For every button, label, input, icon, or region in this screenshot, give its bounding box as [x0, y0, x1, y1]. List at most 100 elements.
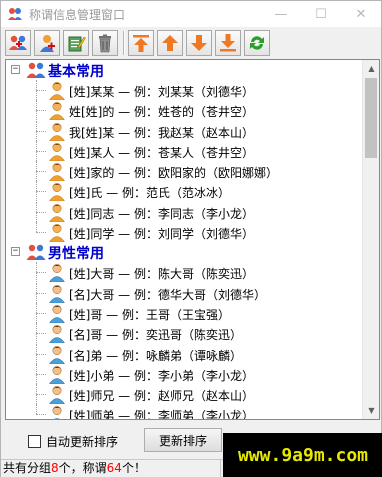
- title-bar[interactable]: 称谓信息管理窗口 — ☐ ✕: [1, 1, 381, 27]
- scroll-thumb[interactable]: [365, 78, 377, 158]
- tree-connector: [36, 373, 46, 375]
- vertical-scrollbar[interactable]: ▲ ▼: [362, 60, 379, 419]
- arrow-up-icon: [162, 35, 178, 51]
- window-controls: — ☐ ✕: [261, 1, 381, 27]
- tree-item[interactable]: [姓]氏 — 例：范氏（范冰冰）: [6, 181, 364, 202]
- person-icon: [47, 263, 67, 283]
- tree-item[interactable]: [姓]大哥 — 例：陈大哥（陈奕迅）: [6, 262, 364, 283]
- group-people-icon: [26, 243, 46, 261]
- group-label: 基本常用: [48, 64, 104, 80]
- scroll-down-icon[interactable]: ▼: [363, 402, 379, 419]
- scroll-up-icon[interactable]: ▲: [363, 60, 379, 77]
- edit-button[interactable]: [63, 30, 89, 56]
- auto-update-checkbox-wrap[interactable]: 自动更新排序: [28, 433, 118, 450]
- item-label: 我[姓]某 — 例：我赵某（赵本山）: [69, 125, 254, 140]
- group-people-icon: [26, 61, 46, 79]
- person-icon: [47, 324, 67, 344]
- person-icon: [47, 345, 67, 364]
- refresh-button[interactable]: [244, 30, 270, 56]
- tree-item[interactable]: [姓]某人 — 例：苍某人（苍井空）: [6, 140, 364, 162]
- tree-connector: [36, 353, 46, 355]
- tree-connector: [36, 171, 46, 173]
- tree-connector: [36, 90, 46, 91]
- item-label: [姓]哥 — 例：王哥（王宝强）: [69, 307, 230, 322]
- tree-item[interactable]: [姓]同志 — 例：李同志（李小龙）: [6, 201, 364, 223]
- tree-group[interactable]: − 男性常用: [6, 242, 364, 262]
- person-icon: [47, 182, 67, 202]
- item-label: [姓]同志 — 例：李同志（李小龙）: [69, 206, 254, 221]
- person-icon: [47, 142, 67, 162]
- minimize-button[interactable]: —: [261, 1, 301, 27]
- app-people-icon: [8, 8, 22, 20]
- tree-item[interactable]: [姓]师兄 — 例：赵师兄（赵本山）: [6, 384, 364, 405]
- move-top-button[interactable]: [128, 30, 154, 56]
- tree-item[interactable]: [姓]某某 — 例：刘某某（刘德华）: [6, 80, 364, 101]
- collapse-toggle-icon[interactable]: −: [11, 65, 20, 74]
- move-bottom-button[interactable]: [215, 30, 241, 56]
- person-icon: [47, 304, 67, 324]
- add-person-icon: [40, 35, 55, 52]
- tree-item[interactable]: [姓]家的 — 例：欧阳家的（欧阳娜娜）: [6, 161, 364, 182]
- item-label: [姓]同学 — 例：刘同学（刘德华）: [69, 227, 254, 242]
- person-icon: [47, 405, 67, 419]
- item-label: [姓]师弟 — 例：李师弟（李小龙）: [69, 409, 254, 420]
- item-label: [名]哥 — 例：奕迅哥（陈奕迅）: [69, 328, 242, 343]
- watermark: www.9a9m.com: [223, 433, 382, 477]
- tree-item[interactable]: [名]弟 — 例：咏麟弟（谭咏麟）: [6, 343, 364, 364]
- collapse-toggle-icon[interactable]: −: [11, 247, 20, 257]
- trash-icon: [99, 34, 111, 53]
- tree-connector: [36, 191, 46, 193]
- item-label: 姓[姓]的 — 例：姓苍的（苍井空）: [69, 105, 254, 120]
- person-icon: [47, 122, 67, 141]
- update-sort-button[interactable]: 更新排序: [144, 428, 222, 452]
- tree-connector: [36, 292, 46, 294]
- move-down-button[interactable]: [186, 30, 212, 56]
- tree-connector: [36, 130, 46, 132]
- person-icon: [47, 81, 67, 101]
- move-bottom-icon: [220, 34, 236, 52]
- status-panel: [1, 460, 221, 477]
- item-label: [姓]某人 — 例：苍某人（苍井空）: [69, 145, 254, 160]
- tree-connector: [36, 211, 46, 213]
- watermark-text: www.9a9m.com: [237, 444, 369, 466]
- tree-item[interactable]: [姓]师弟 — 例：李师弟（李小龙）: [6, 404, 364, 420]
- close-button[interactable]: ✕: [341, 1, 381, 27]
- tree-connector: [36, 414, 46, 416]
- tree-connector: [36, 272, 46, 274]
- tree-item[interactable]: [姓]小弟 — 例：李小弟（李小龙）: [6, 363, 364, 385]
- tree-item[interactable]: [名]大哥 — 例：德华大哥（刘德华）: [6, 282, 364, 303]
- refresh-icon: [250, 36, 264, 50]
- tree-connector: [36, 232, 46, 234]
- tree-item[interactable]: 姓[姓]的 — 例：姓苍的（苍井空）: [6, 100, 364, 121]
- tree-group[interactable]: − 基本常用: [6, 60, 364, 80]
- item-label: [姓]家的 — 例：欧阳家的（欧阳娜娜）: [69, 166, 278, 181]
- add-group-button[interactable]: [5, 30, 31, 56]
- tree-connector: [36, 312, 46, 314]
- tree-item[interactable]: [姓]哥 — 例：王哥（王宝强）: [6, 302, 364, 324]
- item-label: [姓]师兄 — 例：赵师兄（赵本山）: [69, 389, 254, 404]
- item-label: [姓]小弟 — 例：李小弟（李小龙）: [69, 368, 254, 383]
- title-tree-view[interactable]: − 基本常用 [姓]某某 — 例：刘某某（刘德华） 姓[姓]的 — 例：姓苍的（苍井空…: [5, 59, 380, 420]
- main-window: 称谓信息管理窗口 — ☐ ✕ − 基本常用 [姓]某某 — 例：刘某某（刘德华）…: [0, 0, 382, 477]
- person-icon: [47, 203, 67, 223]
- maximize-button[interactable]: ☐: [301, 1, 341, 27]
- person-icon: [47, 284, 67, 303]
- delete-button[interactable]: [92, 30, 118, 56]
- person-icon: [47, 101, 67, 121]
- toolbar-separator: [123, 31, 125, 55]
- item-label: [名]弟 — 例：咏麟弟（谭咏麟）: [69, 348, 242, 363]
- tree-connector: [36, 110, 46, 112]
- person-icon: [47, 223, 67, 243]
- tree-item[interactable]: [名]哥 — 例：奕迅哥（陈奕迅）: [6, 323, 364, 344]
- group-label: 男性常用: [48, 246, 104, 263]
- arrow-down-icon: [191, 35, 207, 51]
- tree-item[interactable]: [姓]同学 — 例：刘同学（刘德华）: [6, 222, 364, 243]
- person-icon: [47, 385, 67, 405]
- tree-content: − 基本常用 [姓]某某 — 例：刘某某（刘德华） 姓[姓]的 — 例：姓苍的（苍井空…: [6, 60, 364, 420]
- item-label: [名]大哥 — 例：德华大哥（刘德华）: [69, 287, 266, 302]
- move-up-button[interactable]: [157, 30, 183, 56]
- auto-update-checkbox[interactable]: [28, 435, 41, 448]
- tree-connector: [36, 222, 37, 233]
- tree-item[interactable]: 我[姓]某 — 例：我赵某（赵本山）: [6, 120, 364, 141]
- add-item-button[interactable]: [34, 30, 60, 56]
